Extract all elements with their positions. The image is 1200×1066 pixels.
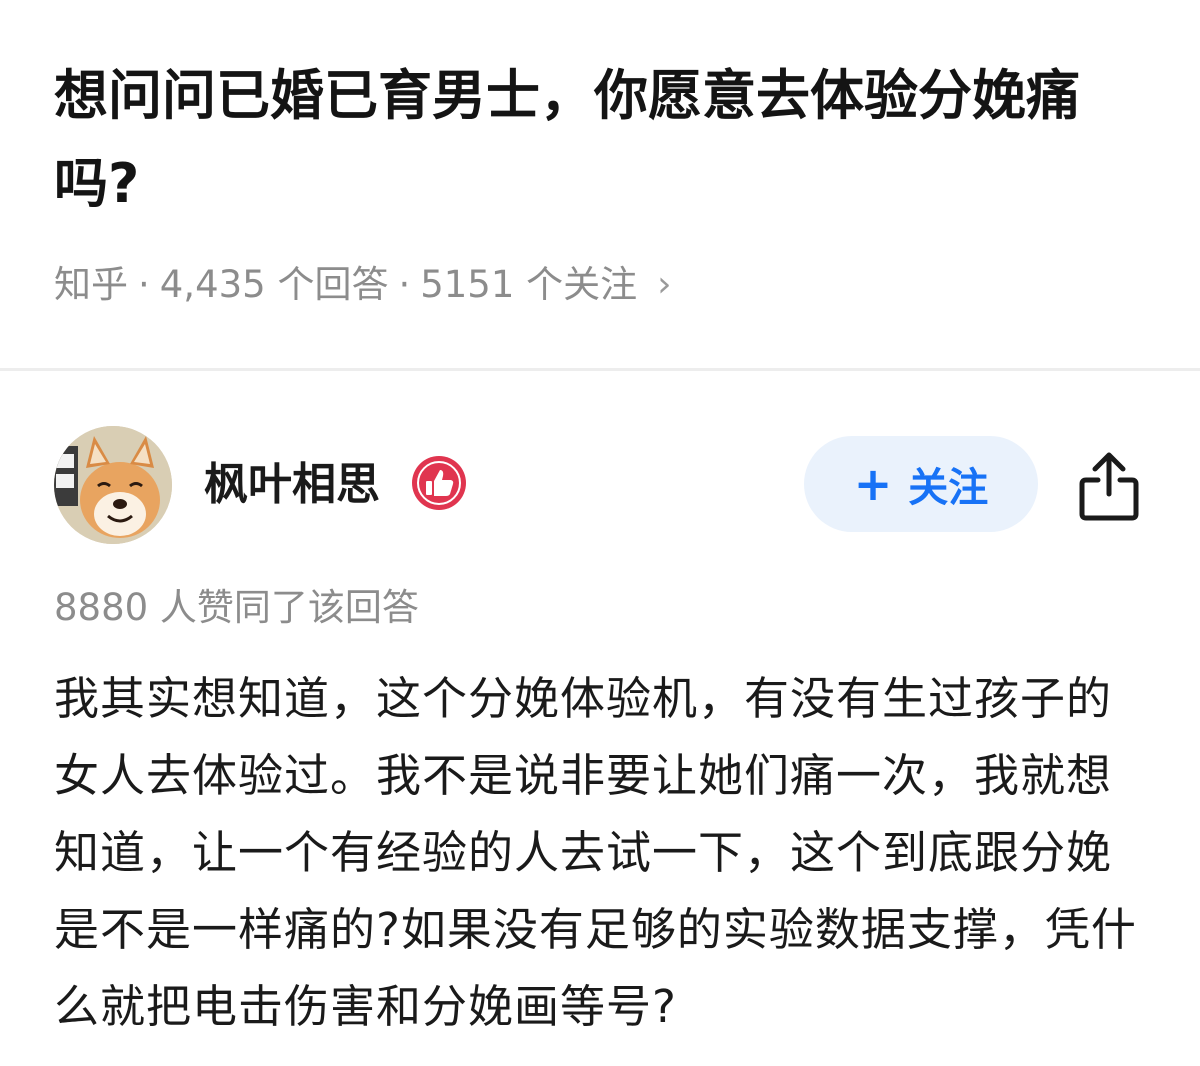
thumbs-up-badge-icon xyxy=(410,454,468,512)
question-header: 想问问已婚已育男士，你愿意去体验分娩痛吗? 知乎 · 4,435 个回答 · 5… xyxy=(0,0,1200,370)
meta-separator: · xyxy=(138,263,150,306)
share-upload-icon xyxy=(1079,452,1139,521)
chevron-right-icon[interactable]: › xyxy=(657,258,671,312)
question-title[interactable]: 想问问已婚已育男士，你愿意去体验分娩痛吗? xyxy=(54,52,1154,228)
author-name[interactable]: 枫叶相思 xyxy=(204,456,380,514)
answer-content[interactable]: 我其实想知道，这个分娩体验机，有没有生过孩子的女人去体验过。我不是说非要让她们痛… xyxy=(54,660,1154,1045)
avatar[interactable] xyxy=(54,426,172,544)
answer-count: 4,435 个回答 xyxy=(159,263,389,306)
follow-button-label: 关注 xyxy=(908,465,989,511)
section-divider xyxy=(0,368,1200,371)
plus-icon: + xyxy=(853,457,893,511)
shiba-dog-avatar-icon xyxy=(54,426,172,544)
share-button[interactable] xyxy=(1076,448,1142,524)
author-row: 枫叶相思 + 关注 xyxy=(0,420,1200,550)
follower-count: 5151 个关注 xyxy=(420,263,638,306)
follow-button[interactable]: + 关注 xyxy=(804,436,1038,532)
vote-count: 8880 人赞同了该回答 xyxy=(54,586,419,629)
question-meta[interactable]: 知乎 · 4,435 个回答 · 5151 个关注 › xyxy=(54,258,672,312)
meta-separator: · xyxy=(398,263,411,306)
source-label: 知乎 xyxy=(54,263,128,306)
